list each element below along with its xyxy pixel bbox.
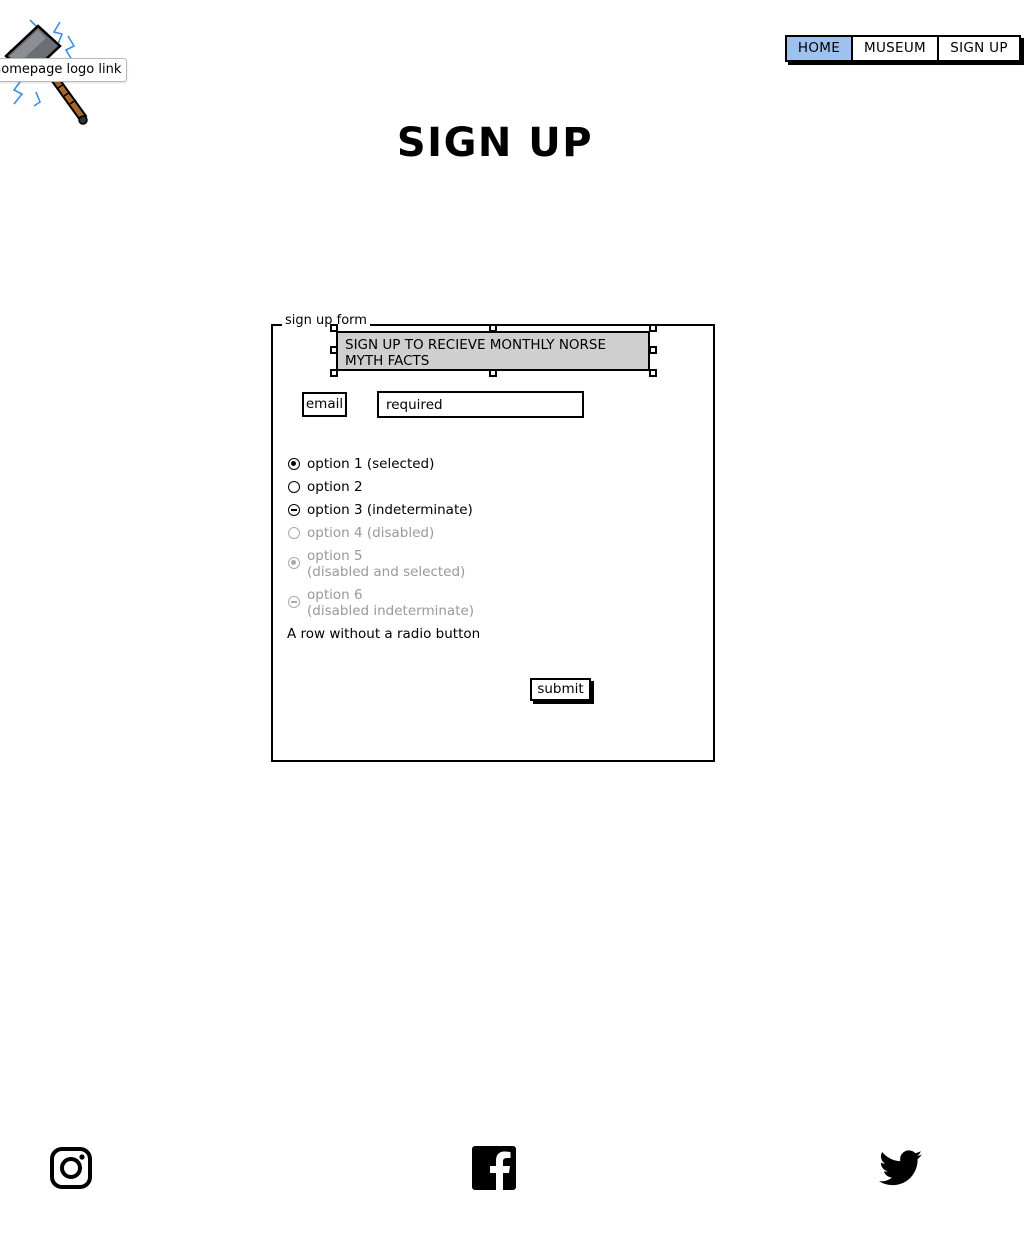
radio-label: option 4 (disabled) [307, 525, 435, 541]
radio-option-3[interactable]: option 3 (indeterminate) [288, 502, 473, 518]
radio-label: option 2 [307, 479, 363, 495]
twitter-icon[interactable] [879, 1145, 923, 1191]
radio-indeterminate-icon[interactable] [288, 504, 300, 516]
handle-bm[interactable] [489, 369, 497, 377]
instagram-icon[interactable] [49, 1145, 93, 1191]
selection-handles [330, 324, 660, 378]
nav-sign-up[interactable]: SIGN UP [939, 37, 1019, 60]
plain-row-text: A row without a radio button [287, 626, 481, 642]
submit-button[interactable]: submit [530, 678, 591, 701]
facebook-icon[interactable] [472, 1145, 516, 1191]
page-title: SIGN UP [396, 120, 594, 166]
handle-bl[interactable] [330, 369, 338, 377]
logo-tooltip: homepage logo link [0, 58, 128, 82]
handle-br[interactable] [649, 369, 657, 377]
handle-tl[interactable] [330, 324, 338, 332]
radio-label: option 5 (disabled and selected) [307, 548, 465, 580]
radio-option-2[interactable]: option 2 [288, 479, 363, 495]
radio-option-6: option 6 (disabled indeterminate) [288, 587, 474, 619]
radio-label: option 6 (disabled indeterminate) [307, 587, 474, 619]
radio-label-line2: (disabled indeterminate) [307, 603, 475, 619]
radio-indeterminate-icon [288, 596, 300, 608]
top-nav: HOME MUSEUM SIGN UP [785, 35, 1021, 62]
radio-label-line2: (disabled and selected) [307, 564, 466, 580]
email-label: email [302, 392, 347, 417]
radio-label: option 1 (selected) [307, 456, 435, 472]
radio-option-4: option 4 (disabled) [288, 525, 434, 541]
radio-label-line1: option 6 [307, 587, 363, 603]
email-field[interactable] [377, 391, 584, 418]
radio-empty-icon [288, 527, 300, 539]
handle-tm[interactable] [489, 324, 497, 332]
handle-tr[interactable] [649, 324, 657, 332]
radio-option-1[interactable]: option 1 (selected) [288, 456, 434, 472]
nav-home[interactable]: HOME [787, 37, 853, 60]
handle-mr[interactable] [649, 346, 657, 354]
handle-ml[interactable] [330, 346, 338, 354]
radio-option-5: option 5 (disabled and selected) [288, 548, 465, 580]
radio-selected-icon [288, 557, 300, 569]
radio-selected-icon[interactable] [288, 458, 300, 470]
radio-label-line1: option 5 [307, 548, 363, 564]
nav-museum[interactable]: MUSEUM [853, 37, 939, 60]
radio-empty-icon[interactable] [288, 481, 300, 493]
radio-label: option 3 (indeterminate) [307, 502, 473, 518]
sign-up-form [271, 324, 715, 762]
